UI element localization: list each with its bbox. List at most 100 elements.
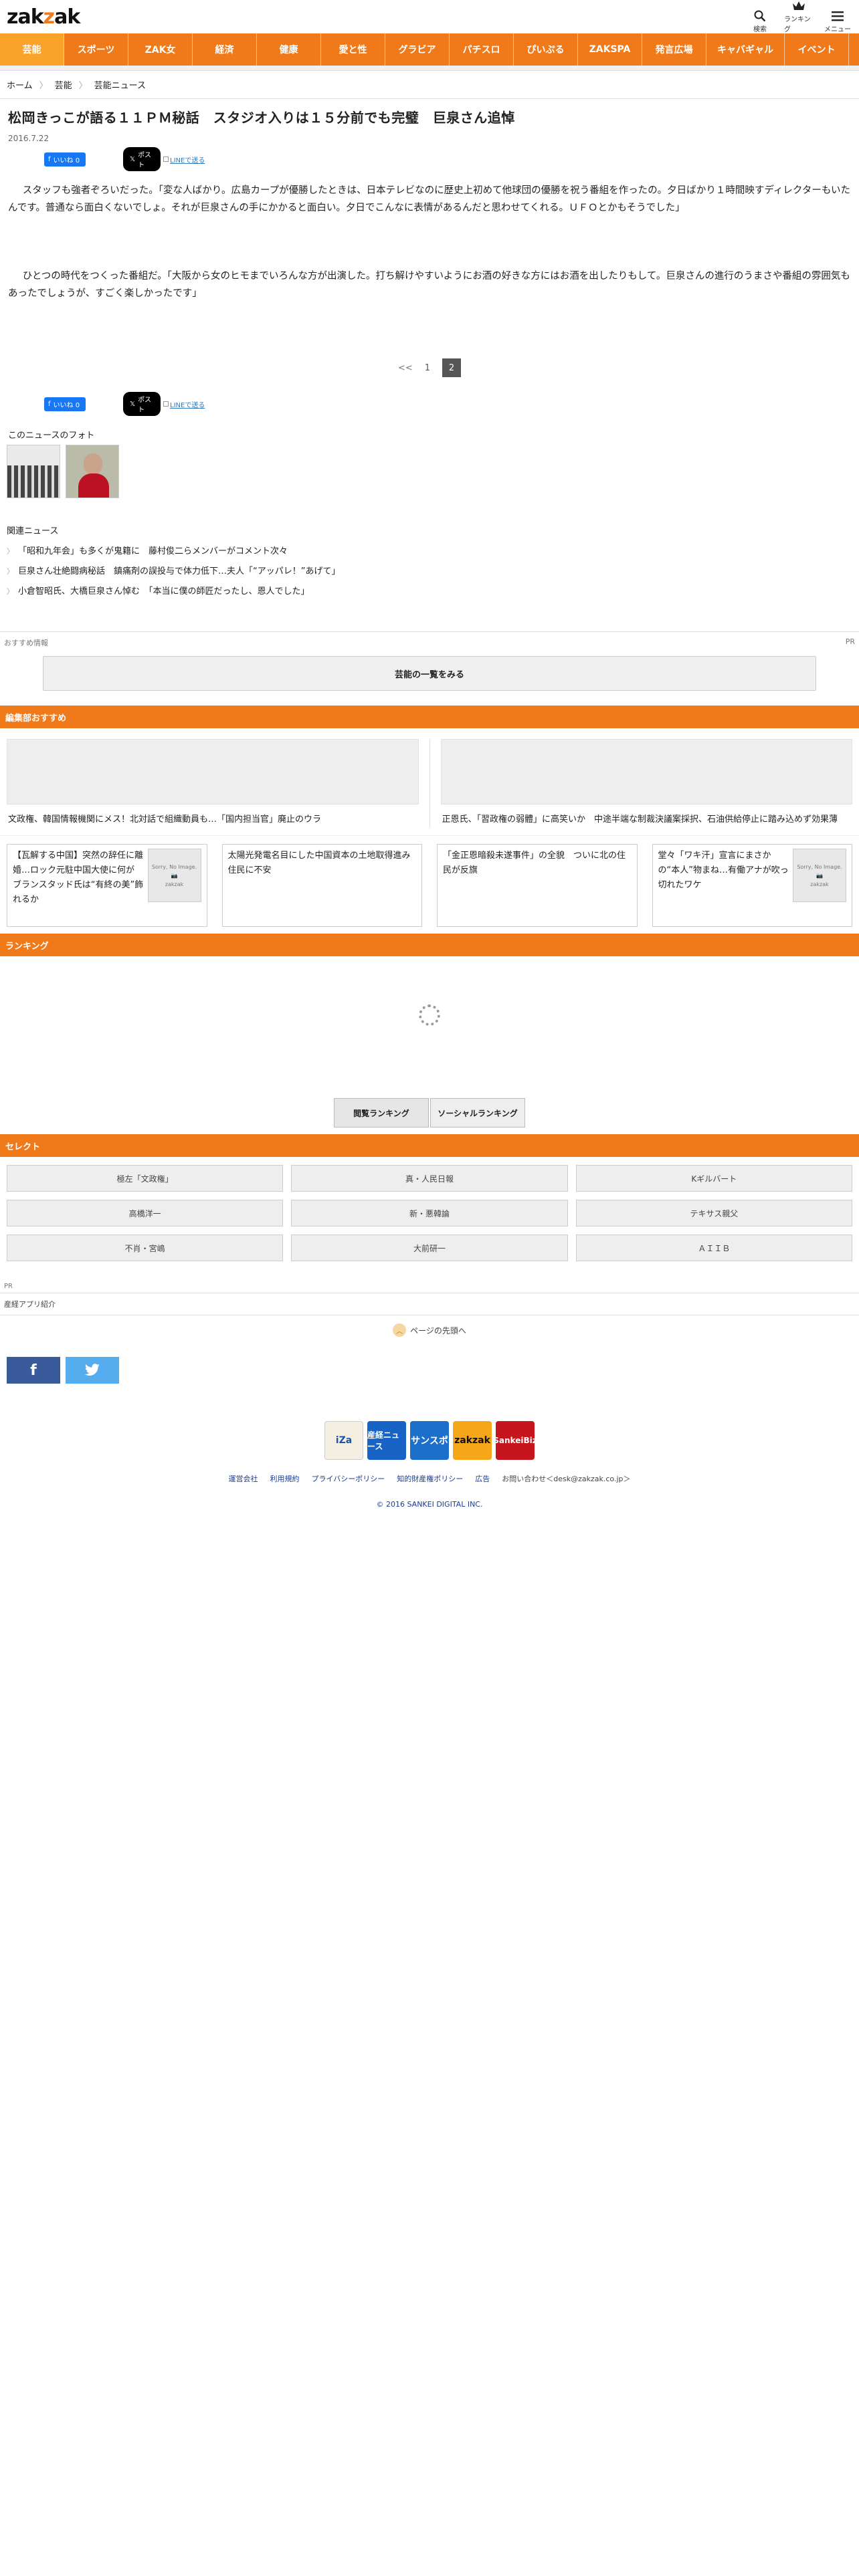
editor-pick-card[interactable]: 文政権、韓国情報機関にメス！北対話で組織動員も…「国内担当官」廃止のウラ (7, 739, 419, 827)
related-news-link[interactable]: 「昭和九年会」も多くが鬼籍に 藤村俊二らメンバーがコメント次々 (7, 542, 852, 562)
iza-icon[interactable]: iZa (324, 1421, 363, 1460)
ranking-button[interactable]: ランキング (784, 0, 814, 33)
editor-pick-small-title: 「金正恩暗殺未遂事件」の全貌 ついに北の住民が反旗 (443, 851, 626, 875)
select-item[interactable]: 真・人民日報 (291, 1165, 568, 1192)
chevron-right-icon: 〉 (39, 81, 48, 91)
related-news-text: 小倉智昭氏、大橋巨泉さん悼む 「本当に僕の師匠だったし、恩人でした」 (18, 586, 310, 597)
editor-pick-small-card[interactable]: 【瓦解する中国】突然の辞任に離婚…ロック元駐中国大使に何が ブランスタッド氏は“… (7, 844, 207, 927)
editor-pick-image (7, 739, 419, 804)
select-grid: 極左「文政権」 真・人民日報 Kギルバート 高橋洋一 新・悪韓論 テキサス親父 … (0, 1157, 859, 1268)
pager-page-1[interactable]: 1 (425, 363, 430, 373)
sankei-apps-link[interactable]: 産経アプリ紹介 (0, 1293, 859, 1315)
back-to-top-link[interactable]: ︿ ページの先頭へ (0, 1315, 859, 1345)
back-to-top-label: ページの先頭へ (410, 1325, 466, 1335)
breadcrumb-geino-news[interactable]: 芸能ニュース (94, 78, 146, 91)
line-share-link[interactable]: LINEで送る (163, 399, 205, 409)
nav-item-love[interactable]: 愛と性 (321, 33, 385, 66)
no-image-text: Sorry, No Image. (797, 863, 842, 870)
related-news-link[interactable]: 巨泉さん壮絶闘病秘話 鎮痛剤の誤投与で体力低下…夫人「“アッパレ！”あげて」 (7, 562, 852, 582)
camera-icon: 📷 (171, 872, 178, 879)
search-button[interactable]: 検索 (745, 10, 775, 33)
nav-item-geino[interactable]: 芸能 (0, 33, 64, 66)
editor-pick-card[interactable]: 正恩氏、「習政権の弱體」に高笑いか 中途半端な制裁決議案採択、石油供給停止に踏み… (440, 739, 852, 827)
nav-item-gravure[interactable]: グラビア (385, 33, 450, 66)
pager-prev[interactable]: << (398, 363, 413, 373)
search-label: 検索 (753, 26, 767, 33)
menu-icon (832, 11, 844, 21)
line-share-link[interactable]: LINEで送る (163, 154, 205, 165)
breadcrumb-home[interactable]: ホーム (7, 78, 33, 91)
brand-icons: iZa 産経ニュース サンスポ zakzak SankeiBiz (0, 1421, 859, 1460)
ranking-heading: ランキング (0, 934, 859, 956)
article-paragraph: スタッフも強者ぞろいだった。「変な人ばかり。広島カープが優勝したときは、日本テレ… (8, 185, 851, 213)
editor-picks-small: 【瓦解する中国】突然の辞任に離婚…ロック元駐中国大使に何が ブランスタッド氏は“… (0, 835, 859, 934)
article-title: 松岡きっこが語る１１ＰＭ秘話 スタジオ入りは１５分前でも完璧 巨泉さん追悼 (8, 110, 515, 126)
select-item[interactable]: ＡＩＩＢ (575, 1235, 852, 1261)
editor-pick-small-card[interactable]: 堂々「ワキ汗」宣言にまさかの“本人”物まね…有働アナが吹っ切れたワケ Sorry… (652, 844, 852, 927)
ranking-label: ランキング (784, 16, 811, 33)
nav-item-cabagal[interactable]: キャバギャル (706, 33, 785, 66)
facebook-icon[interactable]: f (7, 1357, 60, 1384)
nav-item-economy[interactable]: 経済 (193, 33, 257, 66)
nav-item-sports[interactable]: スポーツ (64, 33, 128, 66)
select-item[interactable]: 不肖・宮嶋 (7, 1235, 284, 1261)
chevron-up-icon: ︿ (393, 1323, 407, 1337)
zakzak-icon[interactable]: zakzak (453, 1421, 492, 1460)
menu-button[interactable]: メニュー (823, 10, 852, 33)
editor-pick-small-card[interactable]: 太陽光発電名目にした中国資本の土地取得進み住民に不安 (221, 844, 422, 927)
nav-item-zakjo[interactable]: ZAK女 (128, 33, 193, 66)
sanspo-icon[interactable]: サンスポ (410, 1421, 449, 1460)
related-news-text: 「昭和九年会」も多くが鬼籍に 藤村俊二らメンバーがコメント次々 (18, 546, 288, 556)
editor-pick-image (440, 739, 852, 804)
editor-pick-small-card[interactable]: 「金正恩暗殺未遂事件」の全貌 ついに北の住民が反旗 (437, 844, 638, 927)
footer-link-company[interactable]: 運営会社 (228, 1473, 258, 1484)
photo-thumbnail[interactable] (66, 445, 119, 498)
sns-links: f (0, 1345, 859, 1396)
facebook-like-button[interactable]: f いいね 0 (44, 397, 86, 411)
photo-thumbnails (0, 445, 859, 498)
nav-divider (0, 66, 859, 71)
select-item[interactable]: 新・悪韓論 (291, 1200, 568, 1226)
editor-pick-small-title: 【瓦解する中国】突然の辞任に離婚…ロック元駐中国大使に何が ブランスタッド氏は“… (13, 851, 144, 905)
logo-text: zakzak (7, 5, 80, 29)
select-item[interactable]: 高橋洋一 (7, 1200, 284, 1226)
twitter-icon[interactable] (66, 1357, 119, 1384)
select-item[interactable]: 極左「文政権」 (7, 1165, 284, 1192)
category-nav: 芸能 スポーツ ZAK女 経済 健康 愛と性 グラビア パチスロ ぴいぷる ZA… (0, 33, 859, 66)
facebook-like-label: いいね 0 (53, 401, 80, 409)
photo-thumbnail[interactable] (7, 445, 60, 498)
broken-image-icon (163, 401, 169, 407)
x-post-button[interactable]: 𝕏 ポスト (123, 147, 161, 171)
x-post-button[interactable]: 𝕏 ポスト (123, 392, 161, 416)
tab-social-ranking[interactable]: ソーシャルランキング (430, 1098, 525, 1128)
select-item[interactable]: テキサス親父 (575, 1200, 852, 1226)
breadcrumb-geino[interactable]: 芸能 (55, 78, 72, 91)
facebook-like-button[interactable]: f いいね 0 (44, 152, 86, 167)
footer-link-privacy[interactable]: プライバシーポリシー (311, 1473, 385, 1484)
nav-item-event[interactable]: イベント (785, 33, 849, 66)
select-item[interactable]: Kギルバート (575, 1165, 852, 1192)
camera-icon: 📷 (816, 872, 823, 879)
nav-item-health[interactable]: 健康 (257, 33, 321, 66)
select-item[interactable]: 大前研一 (291, 1235, 568, 1261)
footer-link-ads[interactable]: 広告 (475, 1473, 490, 1484)
menu-label: メニュー (824, 26, 851, 33)
related-news-link[interactable]: 小倉智昭氏、大橋巨泉さん悼む 「本当に僕の師匠だったし、恩人でした」 (7, 582, 852, 602)
nav-item-forum[interactable]: 発言広場 (642, 33, 706, 66)
geino-list-button[interactable]: 芸能の一覧をみる (43, 656, 816, 691)
loading-spinner-icon (419, 1004, 440, 1026)
sankeibiz-icon[interactable]: SankeiBiz (493, 1421, 537, 1460)
nav-item-people[interactable]: ぴいぷる (514, 33, 578, 66)
copyright: © 2016 SANKEI DIGITAL INC. (376, 1500, 483, 1509)
top-header: zakzak 検索 ランキング メニュー (0, 0, 859, 33)
nav-item-pachislo[interactable]: パチスロ (450, 33, 514, 66)
sankei-news-icon[interactable]: 産経ニュース (367, 1421, 406, 1460)
nav-item-zakspa[interactable]: ZAKSPA (578, 33, 642, 66)
editor-picks-heading: 編集部おすすめ (0, 706, 859, 728)
share-bar-bottom: f いいね 0 𝕏 ポスト LINEで送る (8, 392, 851, 416)
site-logo[interactable]: zakzak (7, 3, 80, 30)
article-body: スタッフも強者ぞろいだった。「変な人ばかり。広島カープが優勝したときは、日本テレ… (0, 166, 859, 302)
footer-link-ip[interactable]: 知的財産権ポリシー (397, 1473, 463, 1484)
tab-view-ranking[interactable]: 閲覧ランキング (334, 1098, 429, 1128)
footer-link-terms[interactable]: 利用規約 (270, 1473, 299, 1484)
